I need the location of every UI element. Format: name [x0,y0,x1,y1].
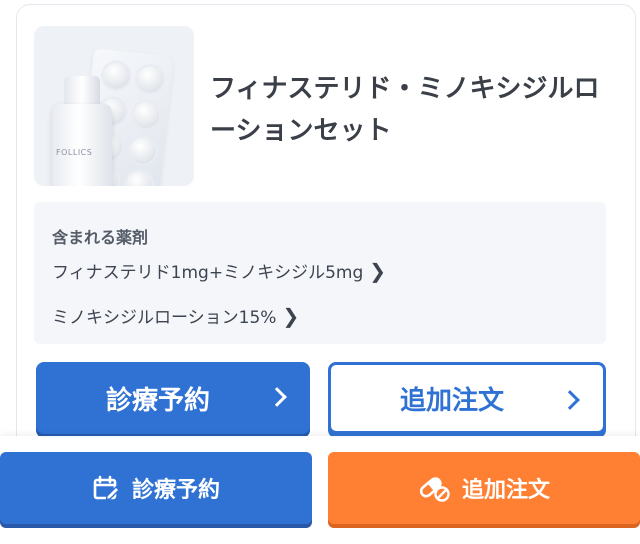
bottom-reorder-label: 追加注文 [461,478,550,503]
drug-link-minoxidil-lotion[interactable]: ミノキシジルローション15% ❯ [52,303,300,329]
included-drugs-heading: 含まれる薬剤 [52,228,149,247]
drug-link-label: ミノキシジルローション15% [52,308,277,328]
chevron-right-icon [267,387,287,407]
product-image: FOLLICS [34,26,194,186]
additional-order-button[interactable]: 追加注文 [328,362,606,434]
reserve-consultation-button[interactable]: 診療予約 [36,362,310,434]
chevron-right-icon: ❯ [369,258,387,283]
product-title: フィナステリド・ミノキシジルローションセット [210,74,600,146]
reorder-button-label: 追加注文 [399,385,504,416]
lotion-bottle-image: FOLLICS [52,104,112,186]
chevron-right-icon: ❯ [282,303,300,328]
chevron-right-icon [560,390,580,410]
calendar-edit-icon [92,474,120,502]
drug-link-label: フィナステリド1mg+ミノキシジル5mg [52,263,364,283]
bottom-reserve-label: 診療予約 [131,478,220,503]
pill-cancel-icon [418,474,450,502]
drug-link-finasteride-minoxidil[interactable]: フィナステリド1mg+ミノキシジル5mg ❯ [52,258,387,284]
bottom-reorder-button[interactable]: 追加注文 [328,452,640,524]
bottle-brand-logo: FOLLICS [56,148,93,157]
bottom-reserve-button[interactable]: 診療予約 [0,452,312,524]
reserve-button-label: 診療予約 [105,385,210,416]
bottle-cap [64,76,100,106]
